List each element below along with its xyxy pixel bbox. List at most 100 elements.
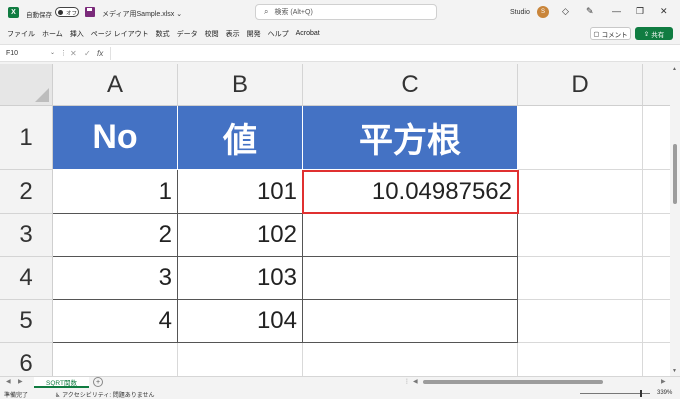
tab-next-icon[interactable]: ▶ — [18, 378, 23, 385]
vertical-scroll-thumb[interactable] — [673, 144, 677, 204]
autosave-state: オフ — [66, 11, 78, 17]
cell-b4[interactable]: 103 — [178, 257, 303, 300]
cell-a1[interactable]: No — [53, 106, 178, 170]
share-button[interactable]: ⇪ 共有 — [635, 27, 673, 40]
cell-b3[interactable]: 102 — [178, 214, 303, 257]
cell-a6[interactable] — [53, 343, 178, 376]
tab-prev-icon[interactable]: ◀ — [6, 378, 11, 385]
cell-c1[interactable]: 平方根 — [303, 106, 518, 170]
cell-e3[interactable] — [643, 214, 670, 257]
vertical-scrollbar[interactable]: ▲ ▼ — [670, 64, 680, 376]
excel-logo-icon: X — [8, 7, 19, 18]
menu-page-layout[interactable]: ページ レイアウト — [91, 29, 149, 39]
menu-view[interactable]: 表示 — [226, 29, 240, 39]
cell-b6[interactable] — [178, 343, 303, 376]
cell-e6[interactable] — [643, 343, 670, 376]
cell-a4[interactable]: 3 — [53, 257, 178, 300]
cell-d4[interactable] — [518, 257, 643, 300]
cell-b2[interactable]: 101 — [178, 170, 303, 214]
menu-file[interactable]: ファイル — [7, 29, 35, 39]
search-placeholder: 検索 (Alt+Q) — [274, 9, 313, 16]
minimize-icon[interactable]: — — [612, 6, 621, 16]
menu-data[interactable]: データ — [177, 29, 198, 39]
column-header-c[interactable]: C — [303, 64, 518, 106]
menu-help[interactable]: ヘルプ — [268, 29, 289, 39]
column-header-a[interactable]: A — [53, 64, 178, 106]
column-header-b[interactable]: B — [178, 64, 303, 106]
accessibility-text: アクセシビリティ: 問題ありません — [62, 393, 155, 399]
horizontal-scroll-thumb[interactable] — [423, 380, 603, 384]
menu-developer[interactable]: 開発 — [247, 29, 261, 39]
accessibility-status[interactable]: ♿ アクセシビリティ: 問題ありません — [55, 390, 155, 399]
row-header-6[interactable]: 6 — [0, 343, 53, 376]
cell-e1[interactable] — [643, 106, 670, 170]
cell-a3[interactable]: 2 — [53, 214, 178, 257]
cell-d5[interactable] — [518, 300, 643, 343]
chevron-down-icon[interactable]: ⌄ — [50, 47, 55, 60]
row-header-4[interactable]: 4 — [0, 257, 53, 300]
horizontal-scrollbar[interactable]: ◀ ▶ — [413, 378, 668, 385]
cell-e4[interactable] — [643, 257, 670, 300]
comment-icon: ▢ — [593, 30, 600, 38]
menu-home[interactable]: ホーム — [42, 29, 63, 39]
cell-d3[interactable] — [518, 214, 643, 257]
scroll-up-icon[interactable]: ▲ — [672, 66, 677, 72]
diamond-icon[interactable]: ◇ — [562, 6, 569, 17]
cell-a5[interactable]: 4 — [53, 300, 178, 343]
zoom-level[interactable]: 339% — [657, 390, 672, 396]
cell-d6[interactable] — [518, 343, 643, 376]
restore-icon[interactable]: ❐ — [636, 6, 644, 17]
autosave-label: 自動保存 — [26, 12, 52, 19]
row-header-2[interactable]: 2 — [0, 170, 53, 214]
formula-bar: F10 ⌄ ⋮ ✕ ✓ fx — [0, 44, 680, 62]
cell-a2[interactable]: 1 — [53, 170, 178, 214]
close-icon[interactable]: ✕ — [660, 6, 668, 17]
cell-c2[interactable]: 10.04987562 — [303, 170, 518, 214]
cell-c5[interactable] — [303, 300, 518, 343]
sheet-tab-active[interactable]: SQRT関数 — [34, 377, 89, 388]
cell-e5[interactable] — [643, 300, 670, 343]
save-icon[interactable] — [85, 7, 95, 17]
menu-insert[interactable]: 挿入 — [70, 29, 84, 39]
scroll-right-icon[interactable]: ▶ — [661, 378, 666, 385]
file-name[interactable]: メディア用Sample.xlsx ⌄ — [102, 9, 182, 19]
pen-icon[interactable]: ✎ — [586, 6, 594, 17]
menu-formulas[interactable]: 数式 — [156, 29, 170, 39]
row-header-3[interactable]: 3 — [0, 214, 53, 257]
enter-icon[interactable]: ✓ — [84, 47, 91, 60]
scroll-left-icon[interactable]: ◀ — [413, 378, 418, 385]
row-header-5[interactable]: 5 — [0, 300, 53, 343]
comment-button[interactable]: ▢ コメント — [590, 27, 631, 40]
menu-acrobat[interactable]: Acrobat — [296, 30, 320, 37]
menu-review[interactable]: 校閲 — [205, 29, 219, 39]
tab-options-icon[interactable]: ⋮ — [404, 378, 410, 385]
cancel-icon[interactable]: ✕ — [70, 47, 77, 60]
user-name: Studio — [510, 9, 530, 16]
formula-input[interactable] — [110, 47, 670, 60]
avatar[interactable]: S — [537, 6, 549, 18]
select-all-button[interactable] — [0, 64, 53, 106]
add-sheet-icon[interactable]: + — [93, 377, 103, 387]
cell-b1[interactable]: 値 — [178, 106, 303, 170]
zoom-slider[interactable] — [580, 390, 650, 397]
column-header-e[interactable] — [643, 64, 670, 106]
status-bar: 準備完了 ♿ アクセシビリティ: 問題ありません 339% — [0, 388, 680, 399]
row-header-1[interactable]: 1 — [0, 106, 53, 170]
cell-c4[interactable] — [303, 257, 518, 300]
comment-label: コメント — [601, 31, 628, 39]
cell-c6[interactable] — [303, 343, 518, 376]
share-label: 共有 — [651, 31, 665, 39]
cell-d1[interactable] — [518, 106, 643, 170]
search-input[interactable]: ⌕ 検索 (Alt+Q) — [255, 4, 437, 20]
zoom-slider-knob[interactable] — [640, 390, 642, 397]
cell-e2[interactable] — [643, 170, 670, 214]
toggle-knob — [58, 9, 63, 15]
insert-function-icon[interactable]: fx — [97, 47, 103, 60]
search-icon: ⌕ — [264, 7, 269, 16]
cell-b5[interactable]: 104 — [178, 300, 303, 343]
cell-c3[interactable] — [303, 214, 518, 257]
autosave-toggle[interactable]: オフ — [55, 7, 79, 17]
column-header-d[interactable]: D — [518, 64, 643, 106]
scroll-down-icon[interactable]: ▼ — [672, 368, 677, 374]
cell-d2[interactable] — [518, 170, 643, 214]
